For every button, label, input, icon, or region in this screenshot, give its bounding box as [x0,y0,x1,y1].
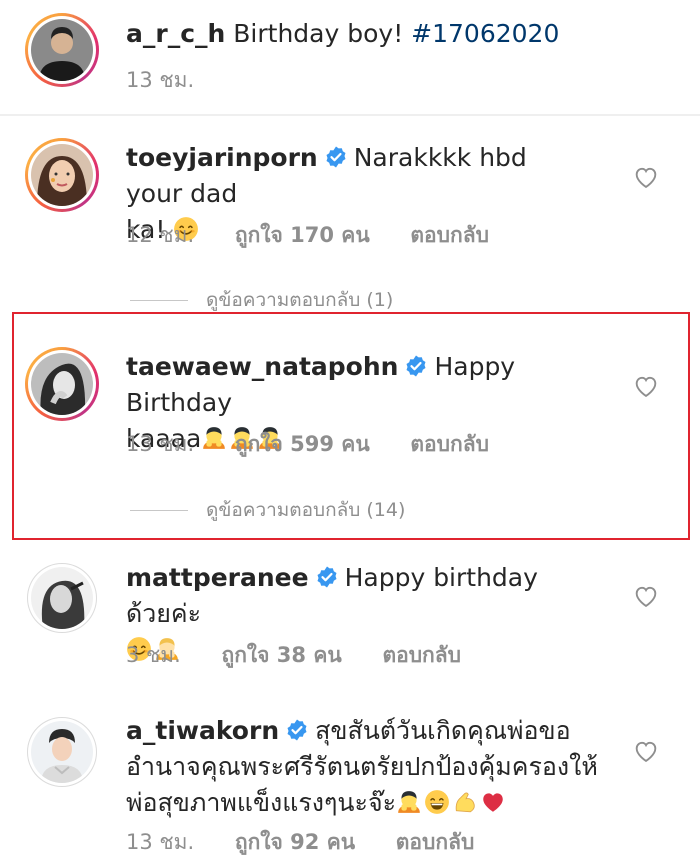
timestamp: 12 ชม. [126,223,195,247]
view-replies-label: ดูข้อความตอบกลับ (1) [206,289,394,311]
heart-outline-icon[interactable] [632,163,660,191]
avatar[interactable] [25,138,99,212]
verified-badge-icon [325,145,347,169]
divider [0,114,700,116]
comment-text-line2: อำนาจคุณพระศรีรัตนตรัยปกป้องคุ้มครองให้ [126,752,598,781]
comment-body: a_r_c_h Birthday boy! #17062020 [126,16,640,52]
view-replies-label: ดูข้อความตอบกลับ (14) [206,499,406,521]
timestamp: 13 ชม. [126,68,195,92]
reply-button[interactable]: ตอบกลับ [410,223,489,247]
comment-body: a_tiwakorn สุขสันต์วันเกิดคุณพ่อขอ อำนาจค… [126,713,600,821]
heart-outline-icon[interactable] [632,582,660,610]
comment-text-line3: พ่อสุขภาพแข็งแรงๆนะจ๊ะ [126,788,397,817]
reply-button[interactable]: ตอบกลับ [382,643,461,667]
comment-text-line1: สุขสันต์วันเกิดคุณพ่อขอ [315,716,571,745]
person-bowing-emoji [398,791,420,813]
comment-text: Birthday boy! [233,19,404,48]
heart-outline-icon[interactable] [632,737,660,765]
avatar[interactable] [25,13,99,87]
comment-meta: 13 ชม. ถูกใจ 92 คน ตอบกลับ [126,826,508,859]
avatar[interactable] [27,563,97,633]
comment-meta: 3 ชม. ถูกใจ 38 คน ตอบกลับ [126,639,495,672]
reply-button[interactable]: ตอบกลับ [410,432,489,456]
verified-badge-icon [315,565,338,589]
avatar[interactable] [27,717,97,787]
username[interactable]: a_tiwakorn [126,716,279,745]
likes-count[interactable]: ถูกใจ 170 คน [235,223,370,247]
username[interactable]: toeyjarinporn [126,143,318,172]
grinning-face-emoji [424,789,450,815]
timestamp: 13 ชม. [126,830,195,854]
likes-count[interactable]: ถูกใจ 92 คน [235,830,355,854]
replies-divider-line [130,509,188,511]
comment-meta: 13 ชม. ถูกใจ 599 คน ตอบกลับ [126,428,523,461]
hashtag-link[interactable]: #17062020 [411,19,559,48]
comment-meta: 13 ชม. [126,64,228,97]
view-replies-link[interactable]: ดูข้อความตอบกลับ (14) [130,495,405,525]
replies-divider-line [130,299,188,301]
red-heart-emoji [483,793,503,812]
view-replies-link[interactable]: ดูข้อความตอบกลับ (1) [130,285,393,315]
flexed-biceps-emoji [455,792,475,813]
avatar[interactable] [25,347,99,421]
verified-badge-icon [405,354,428,378]
heart-outline-icon[interactable] [632,372,660,400]
likes-count[interactable]: ถูกใจ 38 คน [222,643,342,667]
username[interactable]: a_r_c_h [126,19,225,48]
timestamp: 3 ชม. [126,643,181,667]
username[interactable]: mattperanee [126,563,309,592]
username[interactable]: taewaew_natapohn [126,352,398,381]
likes-count[interactable]: ถูกใจ 599 คน [235,432,370,456]
timestamp: 13 ชม. [126,432,195,456]
verified-badge-icon [286,718,308,742]
comment-meta: 12 ชม. ถูกใจ 170 คน ตอบกลับ [126,219,523,252]
reply-button[interactable]: ตอบกลับ [396,830,475,854]
